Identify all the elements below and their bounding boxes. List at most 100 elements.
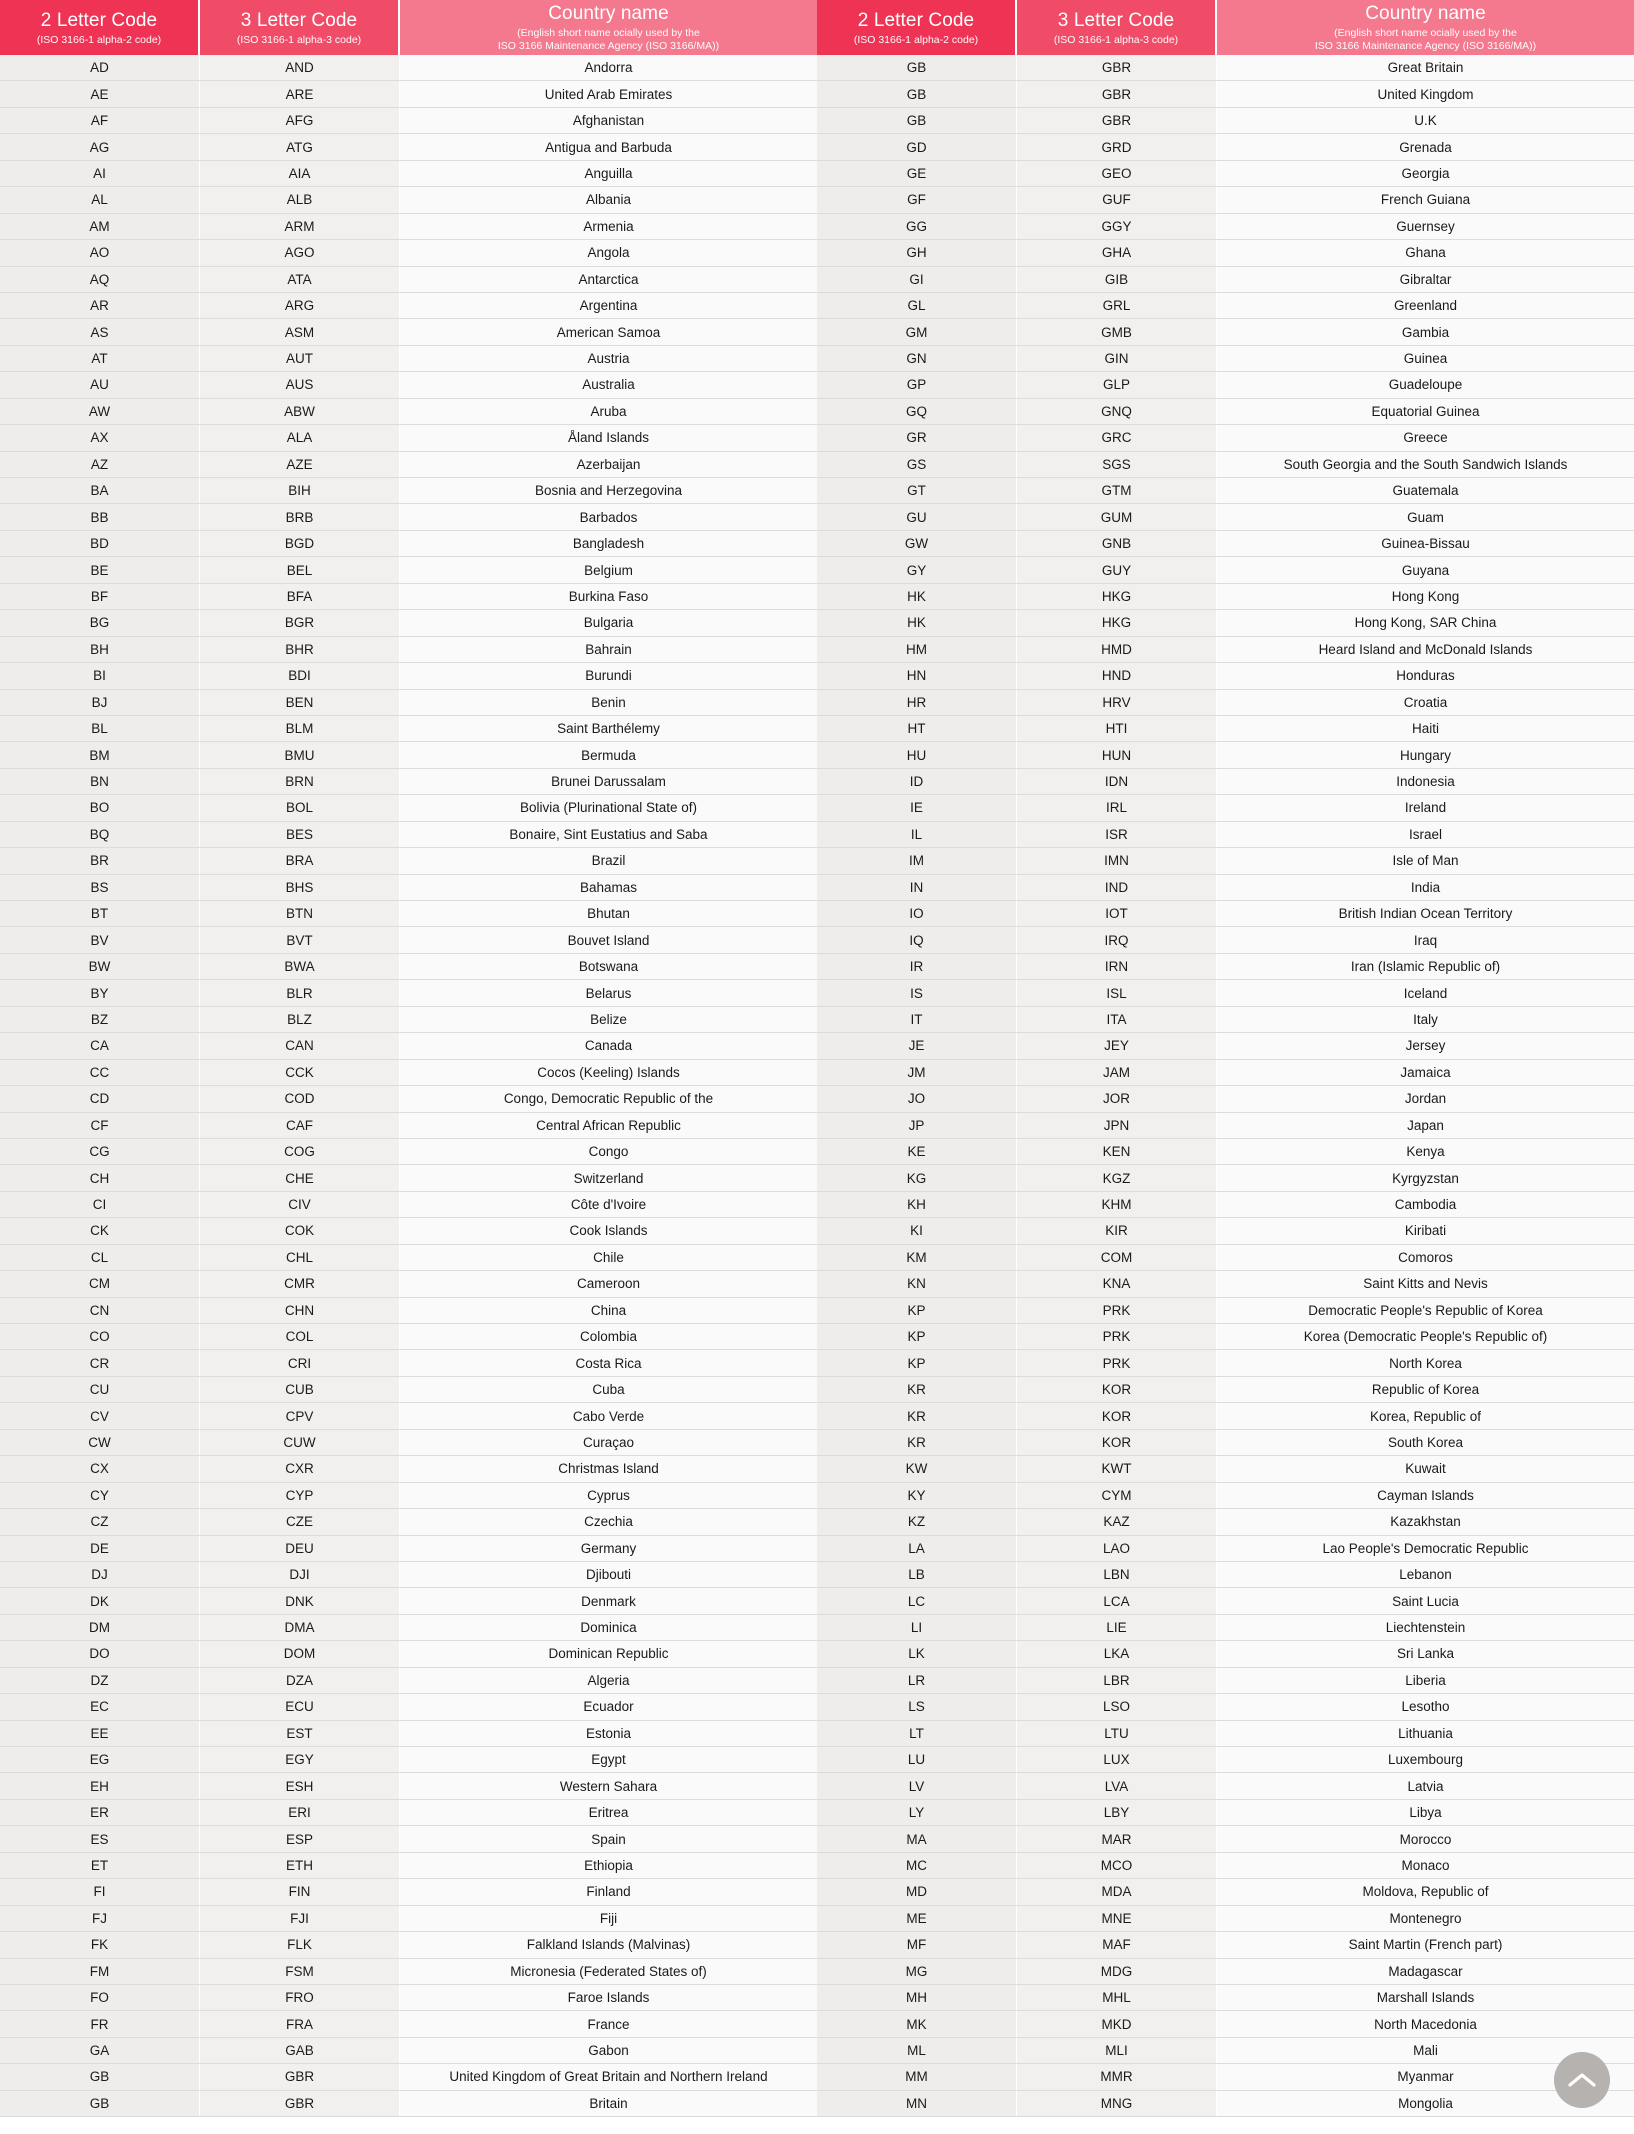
cell-country-name: Eritrea: [400, 1799, 817, 1826]
cell-country-name: Bhutan: [400, 901, 817, 927]
chevron-up-icon: [1567, 2070, 1597, 2090]
cell-country-name: Lithuania: [1217, 1720, 1634, 1746]
cell-country-name: Barbados: [400, 504, 817, 530]
cell-2-letter-code: AT: [0, 345, 200, 372]
cell-2-letter-code: AZ: [0, 451, 200, 477]
cell-country-name: South Georgia and the South Sandwich Isl…: [1217, 451, 1634, 477]
table-row: AF AFG Afghanistan: [0, 107, 817, 135]
cell-2-letter-code: BF: [0, 583, 200, 610]
cell-3-letter-code: GUF: [1017, 187, 1217, 213]
cell-3-letter-code: CHE: [200, 1165, 400, 1191]
cell-country-name: Morocco: [1217, 1826, 1634, 1852]
cell-3-letter-code: KHM: [1017, 1191, 1217, 1218]
cell-2-letter-code: LC: [817, 1588, 1017, 1614]
cell-country-name: Guatemala: [1217, 478, 1634, 504]
cell-2-letter-code: BO: [0, 795, 200, 821]
cell-3-letter-code: ERI: [200, 1799, 400, 1826]
cell-country-name: Spain: [400, 1826, 817, 1852]
cell-country-name: Cayman Islands: [1217, 1482, 1634, 1509]
cell-3-letter-code: BOL: [200, 795, 400, 821]
cell-3-letter-code: ESP: [200, 1826, 400, 1852]
scroll-to-top-button[interactable]: [1554, 2052, 1610, 2108]
cell-2-letter-code: GI: [817, 266, 1017, 292]
cell-country-name: France: [400, 2011, 817, 2037]
table-row: AT AUT Austria: [0, 345, 817, 373]
cell-3-letter-code: FSM: [200, 1958, 400, 1984]
cell-3-letter-code: ATG: [200, 134, 400, 160]
cell-country-name: Britain: [400, 2090, 817, 2117]
table-row: EG EGY Egypt: [0, 1747, 817, 1774]
table-row: CO COL Colombia: [0, 1324, 817, 1351]
header-subtitle-country-name-line2: ISO 3166 Maintenance Agency (ISO 3166/MA…: [497, 40, 720, 52]
table-row: LA LAO Lao People's Democratic Republic: [817, 1535, 1634, 1562]
cell-country-name: Guinea-Bissau: [1217, 530, 1634, 557]
table-row: HM HMD Heard Island and McDonald Islands: [817, 636, 1634, 664]
cell-country-name: Comoros: [1217, 1244, 1634, 1271]
cell-country-name: Iraq: [1217, 927, 1634, 953]
table-row: KR KOR Republic of Korea: [817, 1376, 1634, 1404]
cell-3-letter-code: GBR: [200, 2090, 400, 2117]
cell-2-letter-code: KP: [817, 1297, 1017, 1323]
cell-country-name: Luxembourg: [1217, 1747, 1634, 1773]
cell-country-name: Djibouti: [400, 1561, 817, 1588]
cell-3-letter-code: AND: [200, 55, 400, 81]
cell-3-letter-code: MNG: [1017, 2090, 1217, 2117]
cell-3-letter-code: BES: [200, 821, 400, 848]
cell-3-letter-code: CRI: [200, 1350, 400, 1376]
table-row: GG GGY Guernsey: [817, 213, 1634, 241]
cell-2-letter-code: BT: [0, 901, 200, 927]
cell-2-letter-code: GE: [817, 160, 1017, 187]
cell-2-letter-code: ML: [817, 2037, 1017, 2064]
cell-2-letter-code: HK: [817, 610, 1017, 636]
table-row: AQ ATA Antarctica: [0, 266, 817, 293]
cell-3-letter-code: DNK: [200, 1588, 400, 1614]
cell-country-name: Monaco: [1217, 1852, 1634, 1879]
cell-2-letter-code: HT: [817, 715, 1017, 742]
cell-country-name: Dominican Republic: [400, 1641, 817, 1667]
cell-country-name: Iran (Islamic Republic of): [1217, 953, 1634, 980]
cell-2-letter-code: HR: [817, 689, 1017, 715]
table-row: JP JPN Japan: [817, 1112, 1634, 1139]
cell-2-letter-code: IQ: [817, 927, 1017, 953]
cell-3-letter-code: FJI: [200, 1905, 400, 1932]
cell-country-name: Congo, Democratic Republic of the: [400, 1086, 817, 1112]
table-row: KG KGZ Kyrgyzstan: [817, 1165, 1634, 1192]
cell-country-name: Faroe Islands: [400, 1984, 817, 2011]
cell-3-letter-code: LBR: [1017, 1667, 1217, 1694]
cell-3-letter-code: CPV: [200, 1403, 400, 1429]
table-row: GB GBR Great Britain: [817, 55, 1634, 82]
cell-2-letter-code: BV: [0, 927, 200, 953]
cell-country-name: Cocos (Keeling) Islands: [400, 1059, 817, 1086]
cell-2-letter-code: IR: [817, 953, 1017, 980]
cell-3-letter-code: CHL: [200, 1244, 400, 1271]
cell-2-letter-code: MC: [817, 1852, 1017, 1879]
table-row: KR KOR Korea, Republic of: [817, 1403, 1634, 1430]
cell-country-name: Czechia: [400, 1509, 817, 1535]
cell-country-name: Estonia: [400, 1720, 817, 1746]
table-row: CX CXR Christmas Island: [0, 1456, 817, 1483]
cell-country-name: Burkina Faso: [400, 583, 817, 610]
cell-2-letter-code: GU: [817, 504, 1017, 530]
cell-3-letter-code: LBY: [1017, 1799, 1217, 1826]
cell-2-letter-code: BL: [0, 715, 200, 742]
table-row: MA MAR Morocco: [817, 1826, 1634, 1853]
cell-country-name: Saint Barthélemy: [400, 715, 817, 742]
table-row: KP PRK North Korea: [817, 1350, 1634, 1377]
cell-3-letter-code: ARM: [200, 213, 400, 240]
cell-3-letter-code: DEU: [200, 1535, 400, 1561]
cell-2-letter-code: GY: [817, 557, 1017, 583]
table-row: IO IOT British Indian Ocean Territory: [817, 901, 1634, 928]
table-row: KW KWT Kuwait: [817, 1456, 1634, 1483]
cell-3-letter-code: GTM: [1017, 478, 1217, 504]
cell-2-letter-code: IL: [817, 821, 1017, 848]
cell-3-letter-code: KOR: [1017, 1376, 1217, 1403]
cell-2-letter-code: CZ: [0, 1509, 200, 1535]
table-row: JE JEY Jersey: [817, 1033, 1634, 1060]
table-row: JO JOR Jordan: [817, 1086, 1634, 1113]
cell-country-name: Haiti: [1217, 715, 1634, 742]
cell-country-name: Bonaire, Sint Eustatius and Saba: [400, 821, 817, 848]
cell-country-name: Cabo Verde: [400, 1403, 817, 1429]
cell-country-name: Anguilla: [400, 160, 817, 187]
cell-2-letter-code: JO: [817, 1086, 1017, 1112]
cell-country-name: Marshall Islands: [1217, 1984, 1634, 2011]
